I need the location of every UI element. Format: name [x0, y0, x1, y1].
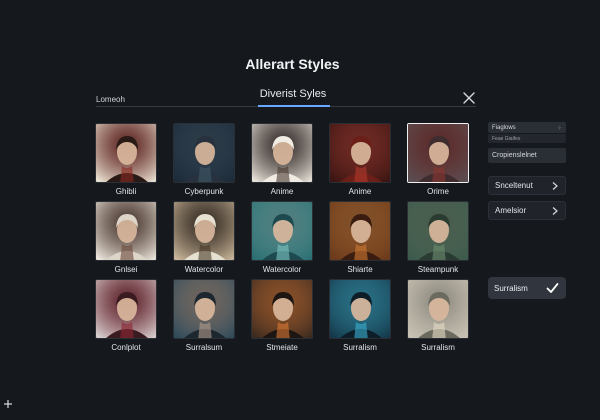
tab-diverse-styles[interactable]: Diverist Syles: [230, 88, 356, 100]
style-card-label: Orime: [427, 187, 449, 196]
style-card[interactable]: Shiarte: [329, 201, 391, 277]
select-option-label: Snceltenut: [495, 181, 533, 190]
active-tab-indicator: [258, 105, 330, 107]
style-card-label: Stmeiate: [266, 343, 298, 352]
style-card-label: Steampunk: [417, 265, 459, 274]
portrait-image: [252, 202, 312, 260]
chevron-right-icon: [552, 207, 558, 215]
portrait-image: [174, 202, 234, 260]
surrealism-confirm-button[interactable]: Surralism: [488, 277, 566, 299]
style-picker-window: Allerart Styles Lomeoh Diverist Syles Gh…: [0, 0, 600, 420]
style-card[interactable]: Watercolor: [251, 201, 313, 277]
style-card[interactable]: Cyberpunk: [173, 123, 235, 199]
portrait-image: [96, 202, 156, 260]
preset-subpill[interactable]: Feae Giaifes: [488, 134, 566, 143]
select-option-button[interactable]: Snceltenut: [488, 176, 566, 195]
style-card[interactable]: Surralism: [329, 279, 391, 355]
style-card-label: Conlplot: [111, 343, 141, 352]
style-card[interactable]: Watercolor: [173, 201, 235, 277]
style-card-label: Anime: [270, 187, 294, 196]
style-card-label: Watercolor: [184, 265, 224, 274]
option-field[interactable]: Cropienslelnet: [488, 148, 566, 163]
portrait-image: [330, 124, 390, 182]
style-card[interactable]: Surralism: [407, 279, 469, 355]
portrait-image: [252, 124, 312, 182]
advanced-option-label: Amelsior: [495, 206, 527, 215]
style-thumbnail: [251, 279, 313, 339]
portrait-image: [330, 202, 390, 260]
portrait-image: [252, 280, 312, 338]
style-thumbnail: [329, 123, 391, 183]
style-thumbnail: [95, 201, 157, 261]
style-card[interactable]: Ghibli: [95, 123, 157, 199]
style-grid: Ghibli Cyberpunk Anime Anime Orime Gnlsei Wate…: [95, 123, 469, 355]
portrait-image: [330, 280, 390, 338]
style-card-label: Surralism: [343, 343, 377, 352]
portrait-image: [408, 202, 468, 260]
style-card[interactable]: Orime: [407, 123, 469, 199]
portrait-image: [96, 124, 156, 182]
style-thumbnail: [95, 279, 157, 339]
portrait-image: [96, 280, 156, 338]
check-icon: [546, 283, 559, 293]
style-card-label: Surralism: [421, 343, 455, 352]
advanced-option-button[interactable]: Amelsior: [488, 201, 566, 220]
style-card[interactable]: Steampunk: [407, 201, 469, 277]
add-icon[interactable]: [3, 399, 13, 409]
pill-expand-icon: ⁘: [556, 126, 562, 132]
close-icon[interactable]: [462, 91, 476, 105]
preset-pill[interactable]: Fiaglows ⁘: [488, 122, 566, 133]
style-card-label: Anime: [348, 187, 372, 196]
filter-label[interactable]: Lomeoh: [96, 95, 125, 104]
style-thumbnail: [95, 123, 157, 183]
preset-subpill-label: Feae Giaifes: [492, 135, 521, 142]
style-thumbnail: [251, 123, 313, 183]
portrait-image: [408, 280, 468, 338]
style-thumbnail: [251, 201, 313, 261]
style-card[interactable]: Anime: [329, 123, 391, 199]
style-card-label: Cyberpunk: [184, 187, 224, 196]
style-card-label: Shiarte: [347, 265, 373, 274]
style-thumbnail: [407, 279, 469, 339]
style-card-label: Ghibli: [115, 187, 137, 196]
page-title: Allerart Styles: [245, 56, 340, 72]
surrealism-label: Surralism: [494, 283, 528, 293]
style-card-label: Watercolor: [262, 265, 302, 274]
portrait-image: [174, 280, 234, 338]
style-thumbnail: [329, 201, 391, 261]
option-field-label: Cropienslelnet: [492, 152, 537, 159]
portrait-image: [408, 124, 468, 182]
style-thumbnail: [407, 201, 469, 261]
style-card[interactable]: Surralsum: [173, 279, 235, 355]
style-card[interactable]: Conlplot: [95, 279, 157, 355]
style-card-label: Surralsum: [185, 343, 223, 352]
style-thumbnail: [173, 279, 235, 339]
preset-pill-label: Fiaglows: [492, 124, 516, 131]
style-thumbnail: [173, 123, 235, 183]
style-card[interactable]: Gnlsei: [95, 201, 157, 277]
chevron-right-icon: [552, 182, 558, 190]
style-card[interactable]: Stmeiate: [251, 279, 313, 355]
style-card-label: Gnlsei: [114, 265, 138, 274]
style-thumbnail: [173, 201, 235, 261]
portrait-image: [174, 124, 234, 182]
style-thumbnail: [329, 279, 391, 339]
style-thumbnail: [407, 123, 469, 183]
style-card[interactable]: Anime: [251, 123, 313, 199]
